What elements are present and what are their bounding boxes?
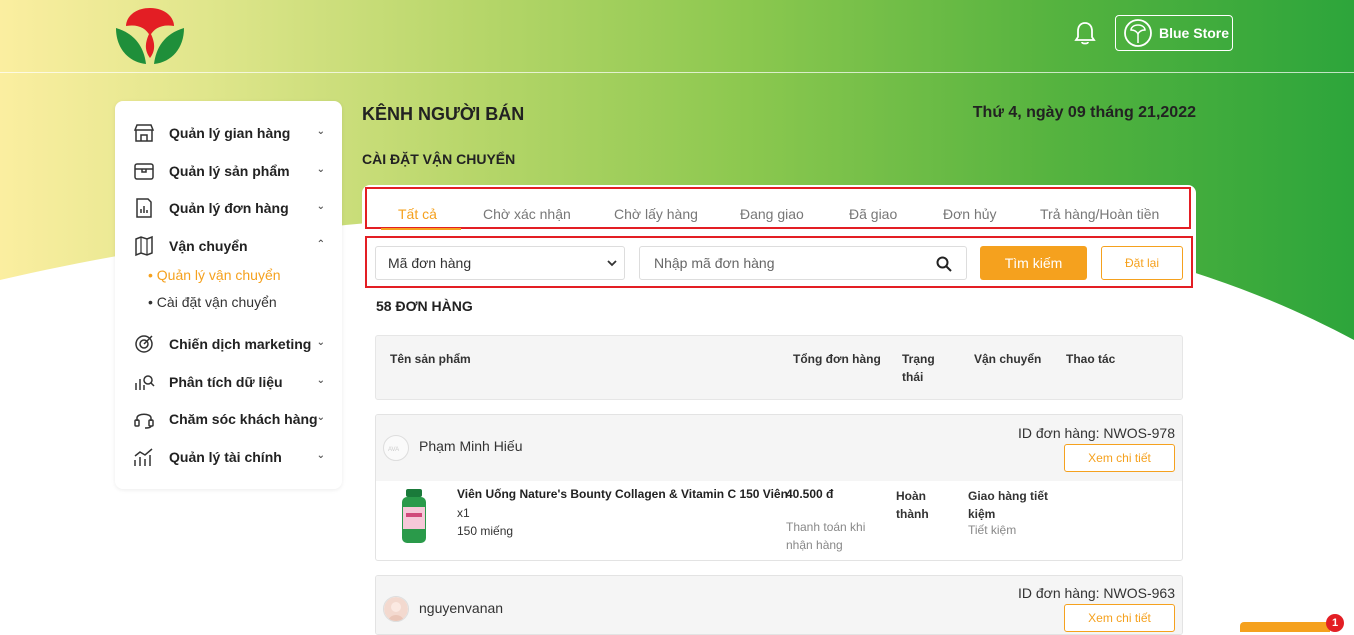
product-image	[402, 489, 426, 543]
order-card: AVA Phạm Minh Hiếu ID đơn hàng: NWOS-978…	[375, 414, 1183, 561]
sidebar-item-label: Chăm sóc khách hàng	[169, 411, 318, 427]
order-icon	[133, 197, 155, 219]
column-header-total: Tổng đơn hàng	[793, 352, 881, 366]
store-logo-icon	[1124, 19, 1152, 47]
header-divider	[0, 72, 1354, 73]
shipping-carrier: Giao hàng tiết kiệm	[968, 489, 1049, 521]
sidebar: Quản lý gian hàng ⌄ Quản lý sản phẩm ⌄ Q…	[115, 101, 342, 489]
view-detail-button[interactable]: Xem chi tiết	[1064, 444, 1175, 472]
shipping-type: Tiết kiệm	[968, 523, 1017, 537]
column-header-actions: Thao tác	[1066, 352, 1116, 366]
tab-cancelled[interactable]: Đơn hủy	[943, 206, 997, 222]
order-total: 40.500 đ	[786, 487, 834, 501]
sidebar-item-product-management[interactable]: Quản lý sản phẩm ⌄	[133, 158, 325, 184]
customer-name: Phạm Minh Hiếu	[419, 438, 523, 454]
search-field-select-value: Mã đơn hàng	[388, 255, 472, 271]
sidebar-item-finance[interactable]: Quản lý tài chính ⌄	[133, 444, 325, 470]
order-count: 58 ĐƠN HÀNG	[376, 298, 473, 314]
tab-pending-confirmation[interactable]: Chờ xác nhận	[483, 206, 571, 222]
table-header: Tên sản phẩm Tổng đơn hàng Trạng thái Vậ…	[375, 335, 1183, 400]
sidebar-item-label: Quản lý gian hàng	[169, 125, 291, 141]
chevron-down-icon: ⌄	[316, 201, 325, 212]
current-date: Thứ 4, ngày 09 tháng 21,2022	[972, 104, 1196, 121]
chevron-down-icon: ⌄	[316, 375, 325, 386]
column-header-status: Trạng thái	[902, 352, 935, 384]
sidebar-item-shipping[interactable]: Vận chuyển ⌃	[133, 233, 325, 259]
tab-pending-pickup[interactable]: Chờ lấy hàng	[614, 206, 698, 222]
product-name: Viên Uống Nature's Bounty Collagen & Vit…	[457, 487, 788, 501]
sidebar-item-customer-care[interactable]: Chăm sóc khách hàng ⌄	[133, 406, 325, 432]
map-icon	[133, 235, 155, 257]
notification-bell-icon[interactable]	[1073, 20, 1097, 46]
view-detail-button[interactable]: Xem chi tiết	[1064, 604, 1175, 632]
order-id: ID đơn hàng: NWOS-978	[1017, 425, 1175, 441]
chat-widget-button[interactable]	[1240, 622, 1330, 632]
sidebar-item-label: Quản lý tài chính	[169, 449, 282, 465]
sidebar-item-label: Quản lý sản phẩm	[169, 163, 290, 179]
search-icon[interactable]	[936, 256, 952, 272]
order-search-box	[639, 246, 967, 280]
chevron-down-icon	[607, 260, 617, 267]
product-unit: 150 miếng	[457, 524, 514, 538]
svg-text:AVA: AVA	[388, 447, 399, 453]
sidebar-item-label: Vận chuyển	[169, 238, 248, 254]
box-icon	[133, 160, 155, 182]
tab-returns-refunds[interactable]: Trả hàng/Hoàn tiền	[1040, 206, 1159, 222]
sidebar-item-store-management[interactable]: Quản lý gian hàng ⌄	[133, 120, 325, 146]
store-icon	[133, 122, 155, 144]
chevron-down-icon: ⌄	[316, 337, 325, 348]
analytics-icon	[133, 371, 155, 393]
brand-logo-icon[interactable]	[114, 2, 186, 68]
sidebar-subitem-label: Quản lý vận chuyển	[156, 267, 281, 283]
tab-all[interactable]: Tất cả	[398, 206, 437, 222]
chevron-down-icon: ⌄	[316, 450, 325, 461]
customer-avatar: AVA	[383, 435, 409, 461]
customer-name: nguyenvanan	[419, 600, 504, 616]
order-search-input[interactable]	[652, 247, 936, 279]
search-button[interactable]: Tìm kiếm	[980, 246, 1087, 280]
finance-chart-icon	[133, 446, 155, 468]
column-header-product: Tên sản phẩm	[390, 352, 471, 366]
chevron-down-icon: ⌄	[316, 126, 325, 137]
search-field-select[interactable]: Mã đơn hàng	[375, 246, 625, 280]
order-card: nguyenvanan ID đơn hàng: NWOS-963 Xem ch…	[375, 575, 1183, 635]
chevron-up-icon: ⌃	[316, 239, 325, 250]
sidebar-item-label: Quản lý đơn hàng	[169, 200, 289, 216]
chevron-down-icon: ⌄	[316, 412, 325, 423]
sidebar-item-label: Chiến dịch marketing	[169, 336, 312, 352]
sidebar-item-order-management[interactable]: Quản lý đơn hàng ⌄	[133, 195, 325, 221]
column-header-shipping: Vận chuyển	[974, 352, 1042, 366]
order-status: Hoàn thành	[896, 489, 929, 521]
page-title: KÊNH NGƯỜI BÁN	[362, 104, 525, 124]
target-icon	[133, 333, 155, 355]
sidebar-subitem-shipping-settings[interactable]: • Cài đặt vận chuyển	[148, 294, 277, 310]
customer-avatar	[383, 596, 409, 622]
sidebar-subitem-label: Cài đặt vận chuyển	[156, 294, 277, 310]
chevron-down-icon: ⌄	[316, 164, 325, 175]
chat-notification-badge: 1	[1326, 614, 1344, 632]
active-tab-indicator	[381, 228, 461, 230]
sidebar-subitem-shipping-management[interactable]: • Quản lý vận chuyển	[148, 267, 281, 283]
tab-shipping[interactable]: Đang giao	[740, 206, 804, 222]
section-title: CÀI ĐẶT VẬN CHUYỂN	[362, 151, 516, 167]
store-name: Blue Store	[1159, 25, 1230, 41]
store-account-button[interactable]: Blue Store	[1115, 15, 1233, 51]
headset-icon	[133, 408, 155, 430]
sidebar-item-data-analytics[interactable]: Phân tích dữ liệu ⌄	[133, 369, 325, 395]
product-quantity: x1	[457, 506, 470, 520]
reset-button[interactable]: Đặt lại	[1101, 246, 1183, 280]
sidebar-item-marketing[interactable]: Chiến dịch marketing ⌄	[133, 331, 325, 357]
payment-method: Thanh toán khi nhận hàng	[786, 520, 866, 552]
sidebar-item-label: Phân tích dữ liệu	[169, 374, 283, 390]
order-id: ID đơn hàng: NWOS-963	[1017, 585, 1175, 601]
tab-delivered[interactable]: Đã giao	[849, 206, 897, 222]
